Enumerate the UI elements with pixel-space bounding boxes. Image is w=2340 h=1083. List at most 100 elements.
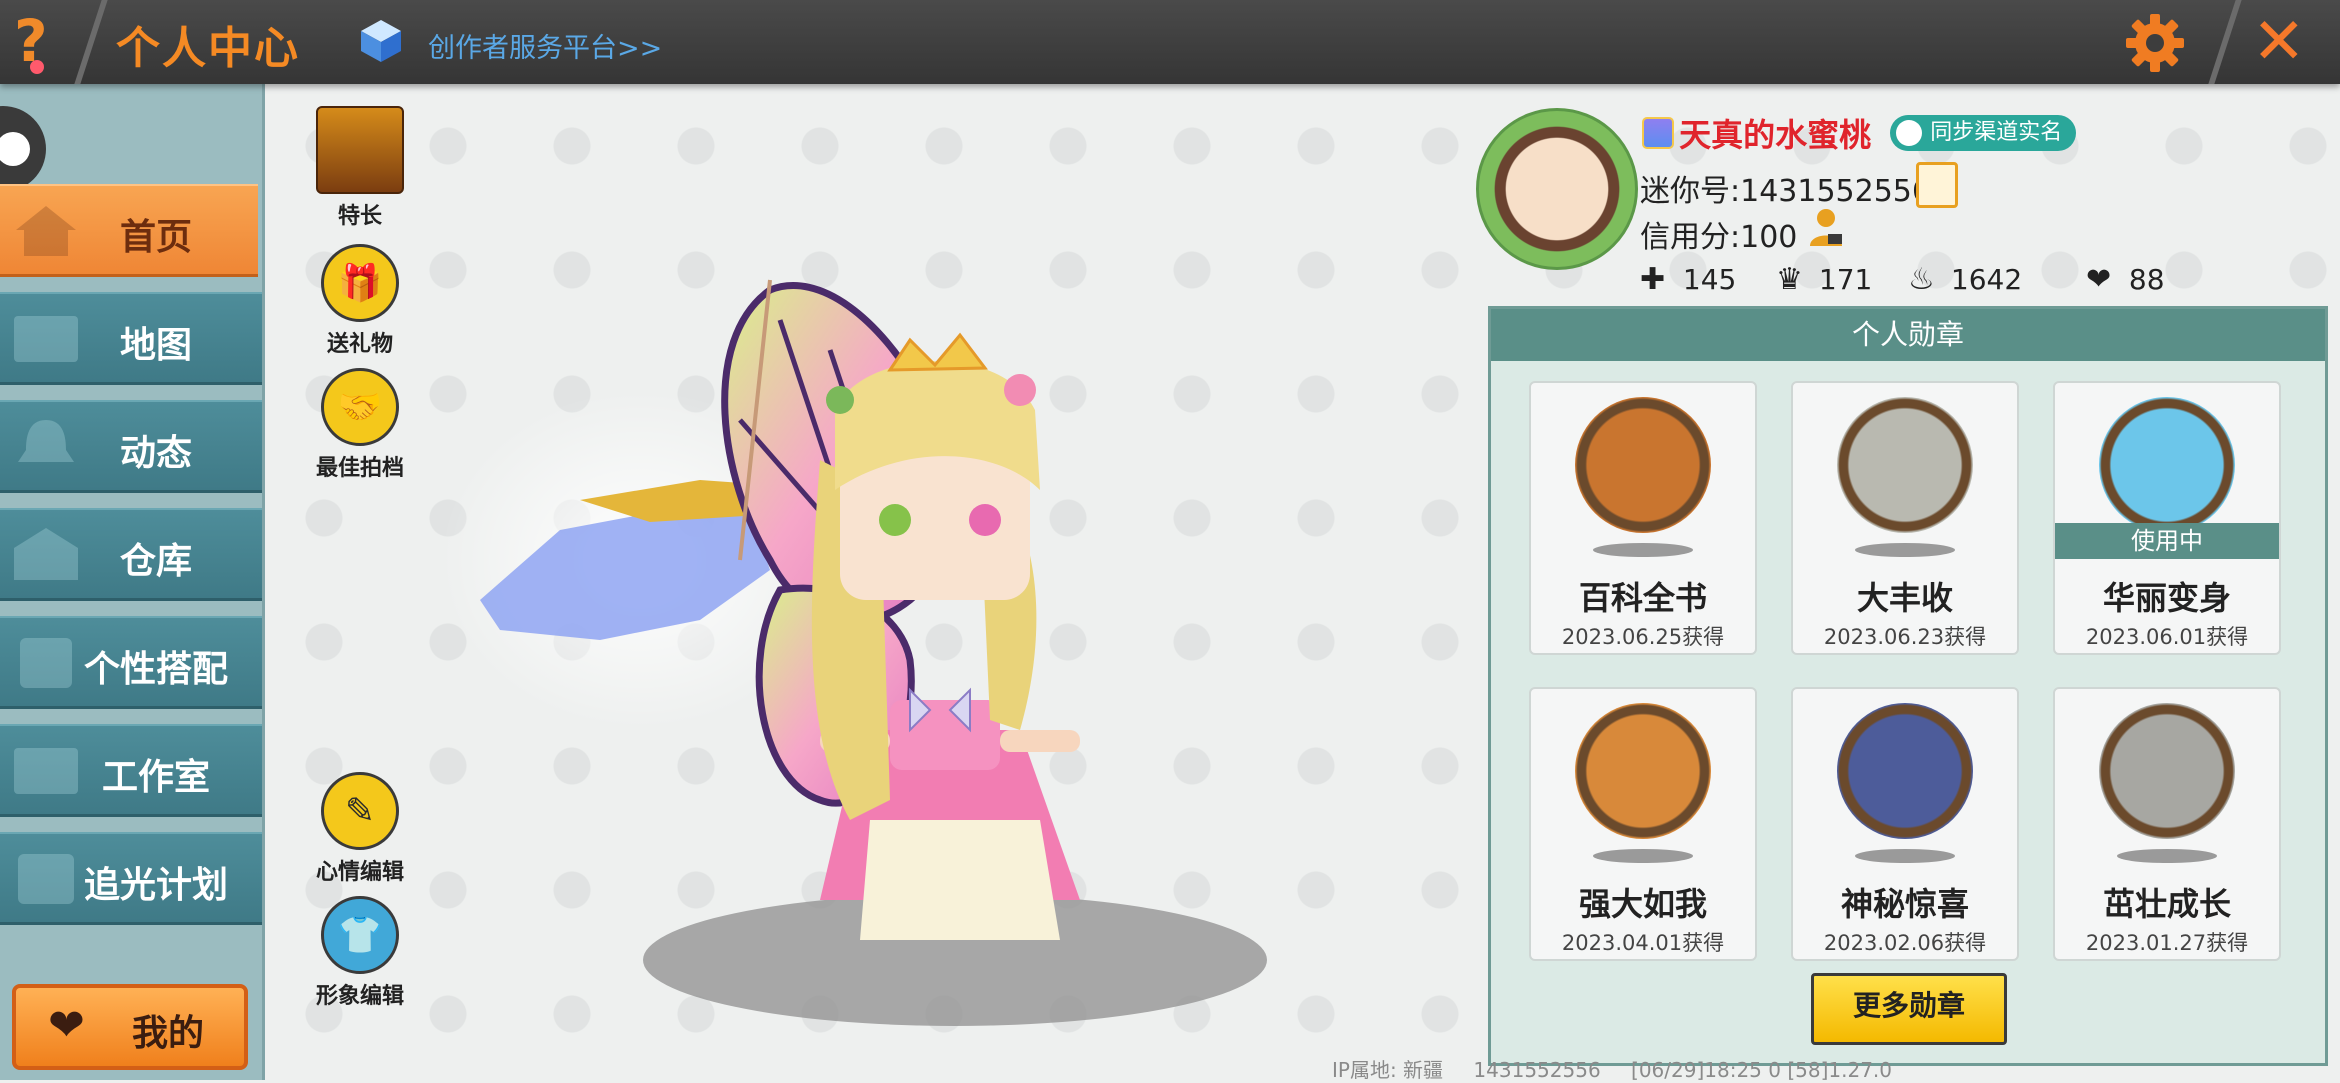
send-gift-button[interactable]: 🎁 送礼物	[300, 244, 420, 358]
heart-icon: ❤	[48, 1000, 85, 1051]
sidebar: 首页 地图 动态 仓库 个性搭配 工作室 追光计划 ❤ 我的	[0, 84, 265, 1080]
nickname: 天真的水蜜桃	[1679, 116, 1872, 154]
sidebar-item-home[interactable]: 首页	[0, 184, 258, 277]
medal-shadow	[1855, 849, 1955, 863]
credit-score: 信用分:100	[1640, 220, 1798, 255]
fans-count: 171	[1818, 263, 1873, 296]
close-icon[interactable]: ✕	[2252, 6, 2306, 78]
character-avatar-3d[interactable]	[440, 260, 1300, 1040]
best-partner-label: 最佳拍档	[315, 456, 404, 481]
vip-badge-icon	[1642, 117, 1674, 149]
mini-id: 迷你号:1431552556	[1640, 174, 1931, 209]
medal-growth-icon	[2099, 703, 2235, 839]
medal-shadow	[1855, 543, 1955, 557]
medal-card[interactable]: 使用中 华丽变身 2023.06.01获得	[2053, 381, 2281, 655]
medal-shadow	[1593, 543, 1693, 557]
appearance-edit-button[interactable]: 👕 形象编辑	[300, 896, 420, 1010]
medal-date: 2023.02.06获得	[1823, 931, 1987, 955]
mood-edit-label: 心情编辑	[315, 860, 404, 885]
medal-book-icon	[1575, 397, 1711, 533]
gear-icon[interactable]	[2124, 12, 2186, 74]
likes-count: 88	[2128, 263, 2165, 296]
friends-stat[interactable]: ✚ 145	[1640, 262, 1736, 297]
medal-date: 2023.06.23获得	[1823, 625, 1987, 649]
sidebar-item-warehouse[interactable]: 仓库	[0, 508, 262, 601]
medal-transform-icon	[2099, 397, 2235, 533]
in-use-badge: 使用中	[2055, 523, 2279, 559]
medal-name: 茁壮成长	[2102, 885, 2231, 923]
sidebar-item-label: 动态	[119, 433, 192, 474]
medals-grid: 百科全书 2023.06.25获得 大丰收 2023.06.23获得 使用中 华…	[1529, 381, 2289, 965]
toggle-knob[interactable]	[0, 106, 46, 192]
best-partner-button[interactable]: 🤝 最佳拍档	[300, 368, 420, 482]
appearance-edit-label: 形象编辑	[315, 984, 404, 1009]
medal-name: 华丽变身	[2102, 579, 2231, 617]
nickname-row: 天真的水蜜桃 同步渠道实名	[1642, 110, 2077, 156]
sidebar-item-label: 个性搭配	[83, 649, 228, 690]
medal-shadow	[2117, 849, 2217, 863]
sidebar-item-label: 地图	[119, 325, 192, 366]
medal-card[interactable]: 大丰收 2023.06.23获得	[1791, 381, 2019, 655]
sidebar-item-feed[interactable]: 动态	[0, 400, 262, 493]
divider	[2208, 0, 2242, 84]
fans-icon: ♛	[1776, 262, 1803, 297]
medal-strong-icon	[1575, 703, 1711, 839]
medal-name: 强大如我	[1578, 885, 1707, 923]
avatar[interactable]	[1476, 108, 1638, 270]
special-skill-icon	[316, 106, 404, 194]
top-bar: ? 个人中心 创作者服务平台>> ✕	[0, 0, 2340, 84]
sidebar-item-chase-light[interactable]: 追光计划	[0, 832, 262, 925]
heart-icon: ❤	[2086, 262, 2112, 297]
mine-button[interactable]: ❤ 我的	[12, 984, 248, 1070]
likes-stat[interactable]: ❤ 88	[2086, 262, 2165, 297]
medal-date: 2023.06.01获得	[2085, 625, 2249, 649]
sidebar-item-label: 仓库	[119, 541, 192, 582]
medal-date: 2023.06.25获得	[1561, 625, 1725, 649]
medal-shadow	[1593, 849, 1693, 863]
send-gift-label: 送礼物	[326, 332, 393, 357]
medal-name: 百科全书	[1578, 579, 1707, 617]
flame-icon: ♨	[1908, 262, 1935, 297]
medal-name: 大丰收	[1856, 579, 1953, 617]
medal-card[interactable]: 神秘惊喜 2023.02.06获得	[1791, 687, 2019, 961]
sidebar-item-label: 首页	[119, 217, 192, 258]
friends-count: 145	[1682, 263, 1737, 296]
sidebar-item-map[interactable]: 地图	[0, 292, 262, 385]
popularity-count: 1642	[1950, 263, 2023, 296]
mine-label: 我的	[132, 1013, 205, 1054]
mood-edit-button[interactable]: ✎ 心情编辑	[300, 772, 420, 886]
special-skill-label: 特长	[337, 204, 382, 229]
edit-icon: ✎	[321, 772, 399, 850]
footer-info: IP属地: 新疆 1431552556 [06/29]18:25 0 [58]1…	[1332, 1054, 1916, 1083]
copy-icon[interactable]	[1916, 162, 1958, 208]
medal-card[interactable]: 茁壮成长 2023.01.27获得	[2053, 687, 2281, 961]
add-friend-icon: ✚	[1640, 262, 1666, 297]
medal-harvest-icon	[1837, 397, 1973, 533]
page-title: 个人中心	[116, 23, 300, 74]
footer-uid: 1431552556	[1473, 1058, 1601, 1082]
more-medals-button[interactable]: 更多勋章	[1811, 973, 2007, 1045]
ip-location: IP属地: 新疆	[1332, 1058, 1444, 1082]
medal-date: 2023.04.01获得	[1561, 931, 1725, 955]
medals-panel: 个人勋章 百科全书 2023.06.25获得 大丰收 2023.06.23获得 …	[1488, 306, 2328, 1066]
medal-name: 神秘惊喜	[1840, 885, 1969, 923]
creator-platform-link[interactable]: 创作者服务平台>>	[428, 26, 662, 65]
medal-card[interactable]: 强大如我 2023.04.01获得	[1529, 687, 1757, 961]
build-info: [06/29]18:25 0 [58]1.27.0	[1631, 1058, 1893, 1082]
medals-title: 个人勋章	[1491, 309, 2325, 361]
sidebar-item-outfit[interactable]: 个性搭配	[0, 616, 262, 709]
help-button[interactable]: ?	[14, 8, 48, 74]
cube-icon	[361, 20, 401, 62]
credit-user-icon[interactable]	[1806, 206, 1846, 248]
medal-card[interactable]: 百科全书 2023.06.25获得	[1529, 381, 1757, 655]
special-skill-button[interactable]: 特长	[300, 106, 420, 230]
popularity-stat[interactable]: ♨ 1642	[1908, 262, 2022, 297]
sidebar-item-studio[interactable]: 工作室	[0, 724, 262, 817]
gift-icon: 🎁	[321, 244, 399, 322]
medal-date: 2023.01.27获得	[2085, 931, 2249, 955]
notification-dot	[30, 60, 44, 74]
fans-stat[interactable]: ♛ 171	[1776, 262, 1872, 297]
sidebar-item-label: 工作室	[101, 757, 210, 798]
sync-realname-badge[interactable]: 同步渠道实名	[1890, 115, 2077, 151]
sidebar-item-label: 追光计划	[83, 865, 228, 906]
